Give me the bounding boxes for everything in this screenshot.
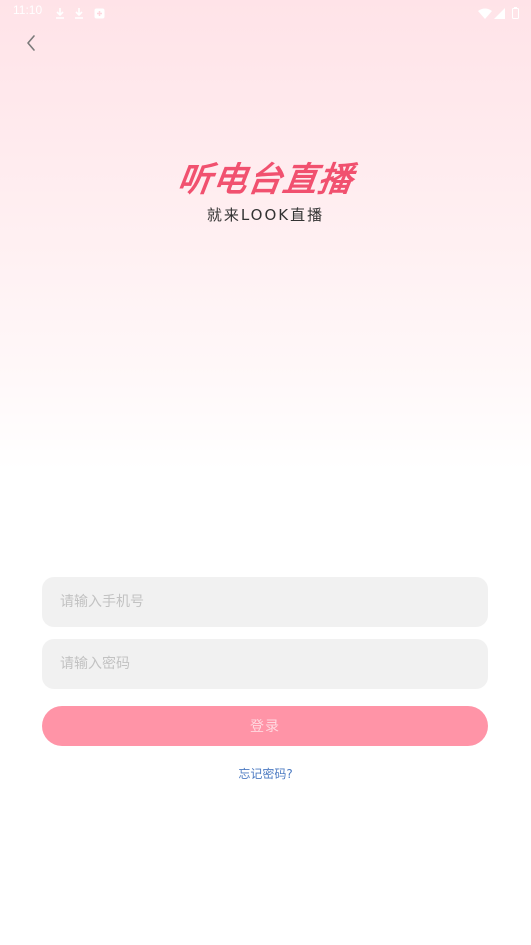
app-notification-icon: [94, 4, 105, 23]
wifi-icon: [478, 4, 492, 23]
battery-icon: [512, 4, 519, 23]
download-icon: [55, 4, 65, 23]
chevron-left-icon: [25, 34, 37, 56]
forgot-password-label: 忘记密码?: [238, 767, 293, 781]
signal-icon: [494, 4, 505, 23]
hero-branding: 听电台直播 就来LOOK直播: [0, 156, 531, 225]
login-button-label: 登录: [250, 719, 280, 735]
forgot-password-link[interactable]: 忘记密码?: [0, 765, 531, 782]
app-slogan-subtitle: 就来LOOK直播: [206, 206, 325, 224]
password-input[interactable]: [42, 639, 488, 689]
back-button[interactable]: [16, 30, 46, 60]
status-time: 11:10: [13, 3, 43, 17]
app-slogan-title: 听电台直播: [175, 160, 356, 200]
login-button[interactable]: 登录: [42, 706, 488, 746]
phone-input[interactable]: [42, 577, 488, 627]
status-bar: 11:10: [0, 0, 531, 22]
download-icon: [74, 4, 84, 23]
